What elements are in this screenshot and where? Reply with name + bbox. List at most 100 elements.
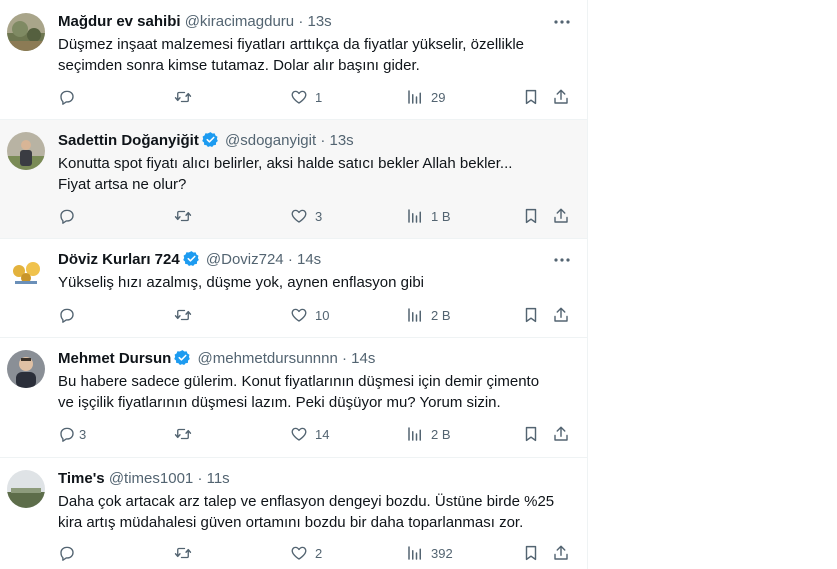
- like-button[interactable]: 1: [290, 87, 322, 107]
- views-button[interactable]: 29: [406, 87, 445, 107]
- share-icon: [554, 208, 568, 223]
- author-handle[interactable]: @mehmetdursunnnn: [198, 350, 338, 367]
- bookmark-button[interactable]: [522, 424, 540, 444]
- avatar[interactable]: [7, 350, 45, 388]
- share-button[interactable]: [552, 424, 570, 444]
- tweet-time[interactable]: 14s: [297, 251, 321, 268]
- tweet-text: Daha çok artacak arz talep ve enflasyon …: [58, 491, 568, 533]
- tweet-time[interactable]: 13s: [329, 132, 353, 149]
- views-button[interactable]: 392: [406, 543, 453, 563]
- retweet-button[interactable]: [174, 206, 199, 226]
- author-name[interactable]: Sadettin Doğanyiğit: [58, 132, 199, 149]
- author-handle[interactable]: @sdoganyigit: [225, 132, 316, 149]
- views-icon: [408, 209, 421, 223]
- author-handle[interactable]: @kiracimagduru: [185, 13, 294, 30]
- tweet[interactable]: Mehmet Dursun @mehmetdursunnnn · 14s Bu …: [0, 338, 587, 458]
- tweet[interactable]: Time's @times1001 · 11s Daha çok artacak…: [0, 458, 587, 569]
- views-count: 29: [431, 89, 446, 105]
- avatar[interactable]: [7, 132, 45, 170]
- avatar[interactable]: [7, 470, 45, 508]
- reply-button[interactable]: [58, 87, 83, 107]
- retweet-icon: [174, 428, 192, 440]
- like-count: 10: [315, 307, 330, 323]
- share-button[interactable]: [552, 305, 570, 325]
- like-button[interactable]: 3: [290, 206, 322, 226]
- retweet-button[interactable]: [174, 424, 199, 444]
- tweet-header: Döviz Kurları 724 @Doviz724 · 14s: [58, 250, 321, 270]
- bookmark-button[interactable]: [522, 206, 540, 226]
- separator-dot: ·: [342, 350, 347, 367]
- share-button[interactable]: [552, 543, 570, 563]
- avatar[interactable]: [7, 13, 45, 51]
- author-name[interactable]: Mağdur ev sahibi: [58, 13, 181, 30]
- tweet-actions: 3 1 B: [58, 206, 578, 226]
- share-icon: [554, 89, 568, 104]
- verified-badge-icon: [174, 350, 191, 365]
- views-button[interactable]: 2 B: [406, 305, 451, 325]
- author-name[interactable]: Döviz Kurları 724: [58, 251, 180, 268]
- author-name[interactable]: Mehmet Dursun: [58, 350, 171, 367]
- like-button[interactable]: 2: [290, 543, 322, 563]
- avatar[interactable]: [7, 251, 45, 289]
- bookmark-button[interactable]: [522, 305, 540, 325]
- tweet-time[interactable]: 13s: [307, 13, 331, 30]
- tweet[interactable]: Döviz Kurları 724 @Doviz724 · 14s Yüksel…: [0, 239, 587, 338]
- reply-button[interactable]: [58, 305, 83, 325]
- bookmark-button[interactable]: [522, 543, 540, 563]
- author-handle[interactable]: @Doviz724: [206, 251, 284, 268]
- like-icon: [291, 90, 307, 104]
- tweet-actions: 10 2 B: [58, 305, 578, 325]
- separator-dot: ·: [197, 470, 203, 487]
- share-button[interactable]: [552, 87, 570, 107]
- like-icon: [291, 209, 307, 223]
- views-button[interactable]: 1 B: [406, 206, 451, 226]
- bookmark-icon: [525, 89, 537, 105]
- tweet-header: Mağdur ev sahibi @kiracimagduru · 13s: [58, 12, 332, 32]
- tweet-time[interactable]: 11s: [207, 470, 230, 487]
- tweet[interactable]: Mağdur ev sahibi @kiracimagduru · 13s Dü…: [0, 0, 587, 120]
- share-button[interactable]: [552, 206, 570, 226]
- reply-icon: [60, 546, 74, 561]
- tweet-text-line: seçimden sonra kimse tutamaz. Dolar alır…: [58, 57, 420, 74]
- retweet-icon: [174, 210, 192, 222]
- like-icon: [291, 308, 307, 322]
- retweet-button[interactable]: [174, 87, 199, 107]
- author-handle[interactable]: @times1001: [109, 470, 193, 487]
- like-count: 2: [315, 545, 323, 561]
- share-icon: [554, 545, 568, 560]
- author-name[interactable]: Time's: [58, 470, 105, 487]
- bookmark-icon: [525, 208, 537, 224]
- views-count: 392: [431, 545, 453, 561]
- bookmark-button[interactable]: [522, 87, 540, 107]
- tweet[interactable]: Sadettin Doğanyiğit @sdoganyigit · 13s K…: [0, 120, 587, 239]
- tweet-header: Sadettin Doğanyiğit @sdoganyigit · 13s: [58, 131, 354, 151]
- views-count: 1 B: [431, 208, 451, 224]
- views-count: 2 B: [431, 426, 451, 442]
- tweet-actions: 2 392: [58, 543, 578, 563]
- views-icon: [408, 546, 421, 560]
- reply-count: 3: [79, 426, 87, 442]
- separator-dot: ·: [287, 251, 293, 268]
- reply-button[interactable]: [58, 543, 83, 563]
- views-button[interactable]: 2 B: [406, 424, 451, 444]
- retweet-button[interactable]: [174, 543, 199, 563]
- tweet-time[interactable]: 14s: [351, 350, 375, 367]
- reply-icon: [60, 90, 74, 105]
- reply-button[interactable]: [58, 206, 83, 226]
- more-icon[interactable]: [552, 250, 572, 270]
- tweet-text: Yükseliş hızı azalmış, düşme yok, aynen …: [58, 272, 568, 293]
- more-icon[interactable]: [552, 12, 572, 32]
- reply-button[interactable]: 3: [58, 424, 86, 444]
- tweet-text: Bu habere sadece gülerim. Konut fiyatlar…: [58, 371, 568, 413]
- bookmark-icon: [525, 307, 537, 323]
- tweet-text-line: ve işçilik fiyatlarının düşmesi lazım. P…: [58, 394, 501, 411]
- retweet-button[interactable]: [174, 305, 199, 325]
- like-icon: [291, 427, 307, 441]
- tweet-header: Time's @times1001 · 11s: [58, 469, 230, 489]
- like-button[interactable]: 10: [290, 305, 329, 325]
- tweet-text-line: Düşmez inşaat malzemesi fiyatları arttık…: [58, 36, 524, 53]
- reply-icon: [60, 209, 74, 224]
- reply-icon: [60, 427, 74, 442]
- tweet-text-line: Fiyat artsa ne olur?: [58, 176, 187, 193]
- like-button[interactable]: 14: [290, 424, 329, 444]
